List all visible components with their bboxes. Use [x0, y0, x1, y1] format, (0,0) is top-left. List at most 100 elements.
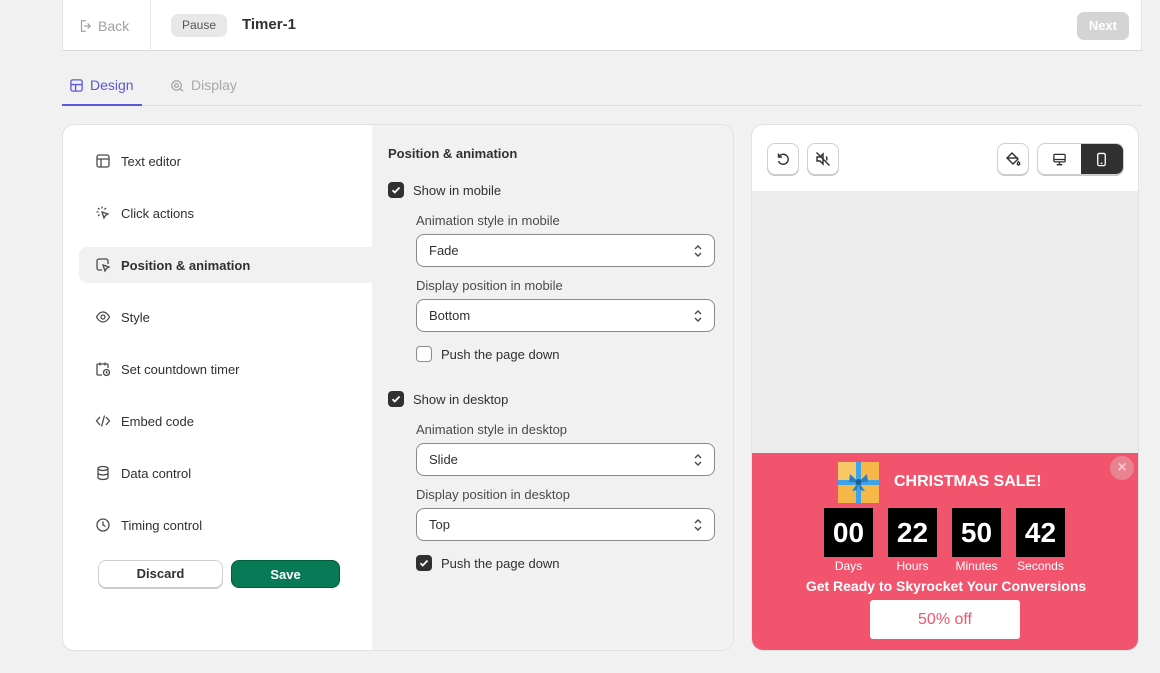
checkbox-checked[interactable]	[416, 555, 432, 571]
paint-bucket-icon	[1006, 152, 1021, 166]
select-arrows-icon	[694, 519, 702, 531]
mute-icon	[816, 152, 830, 166]
select-arrows-icon	[694, 245, 702, 257]
code-icon	[95, 415, 111, 427]
menu-item-embed-code[interactable]: Embed code	[79, 395, 373, 447]
desktop-view-button[interactable]	[1038, 144, 1081, 174]
hours-label: Hours	[896, 559, 929, 573]
menu-item-label: Text editor	[121, 153, 181, 169]
minutes-value: 50	[952, 508, 1001, 557]
database-icon	[97, 465, 109, 481]
menu-item-text-editor[interactable]: Text editor	[79, 135, 373, 187]
menu-item-style[interactable]: Style	[79, 291, 373, 343]
minutes-unit: 50 Minutes	[952, 508, 1001, 573]
checkbox-label: Show in desktop	[413, 391, 509, 407]
paint-bucket-button[interactable]	[997, 143, 1029, 175]
tab-bar: Design Display	[62, 68, 1142, 106]
cta-button[interactable]: 50% off	[870, 600, 1020, 639]
close-icon[interactable]: ×	[1110, 456, 1134, 480]
position-animation-panel: Position & animation Show in mobile Anim…	[372, 125, 733, 650]
select-arrows-icon	[694, 454, 702, 466]
minutes-label: Minutes	[955, 559, 998, 573]
tab-display-label: Display	[191, 77, 237, 93]
seconds-label: Seconds	[1017, 559, 1064, 573]
settings-card: Text editor Click actions Position & ani…	[62, 124, 734, 651]
desktop-position-select[interactable]: Top	[416, 508, 715, 541]
menu-item-label: Embed code	[121, 413, 194, 429]
menu-item-position-animation[interactable]: Position & animation	[79, 247, 389, 283]
tagline: Get Ready to Skyrocket Your Conversions	[805, 578, 1087, 594]
show-in-mobile-checkbox[interactable]: Show in mobile	[388, 182, 501, 198]
mute-button[interactable]	[807, 143, 839, 175]
layout-icon	[96, 154, 110, 168]
tab-design-label: Design	[90, 77, 134, 93]
mobile-position-select[interactable]: Bottom	[416, 299, 715, 332]
checkbox-checked[interactable]	[388, 391, 404, 407]
back-label: Back	[98, 18, 130, 34]
menu-item-label: Data control	[121, 465, 192, 481]
tab-design[interactable]: Design	[69, 77, 134, 93]
desktop-animation-select[interactable]: Slide	[416, 443, 715, 476]
days-unit: 00 Days	[824, 508, 873, 573]
display-icon	[171, 79, 184, 92]
desktop-animation-label: Animation style in desktop	[416, 422, 568, 437]
mobile-push-page-checkbox[interactable]: Push the page down	[416, 346, 560, 362]
panel-heading: Position & animation	[388, 146, 518, 161]
cursor-box-icon	[96, 258, 111, 273]
desktop-icon	[1052, 153, 1066, 165]
desktop-push-page-checkbox[interactable]: Push the page down	[416, 555, 560, 571]
hours-unit: 22 Hours	[888, 508, 937, 573]
menu-item-click-actions[interactable]: Click actions	[79, 187, 373, 239]
checkbox-checked[interactable]	[388, 182, 404, 198]
active-tab-indicator	[62, 104, 142, 106]
menu-item-data-control[interactable]: Data control	[79, 447, 373, 499]
tab-display[interactable]: Display	[170, 77, 237, 93]
preview-card: × CHRISTMAS SALE! 00 Days 22 Hours 50 Mi…	[751, 124, 1139, 651]
checkbox-unchecked[interactable]	[416, 346, 432, 362]
pause-badge[interactable]: Pause	[171, 14, 228, 37]
countdown-timer: 00 Days 22 Hours 50 Minutes 42 Seconds	[824, 508, 1065, 573]
check-icon	[391, 186, 401, 194]
menu-item-countdown[interactable]: Set countdown timer	[79, 343, 373, 395]
mobile-view-button[interactable]	[1080, 144, 1123, 174]
seconds-value: 42	[1016, 508, 1065, 557]
menu-item-label: Timing control	[121, 517, 203, 533]
page-title: Timer-1	[242, 16, 296, 33]
back-button[interactable]: Back	[78, 16, 129, 36]
countdown-bar: × CHRISTMAS SALE! 00 Days 22 Hours 50 Mi…	[752, 453, 1138, 650]
mobile-animation-select[interactable]: Fade	[416, 234, 715, 267]
checkbox-label: Push the page down	[441, 346, 560, 362]
mobile-position-label: Display position in mobile	[416, 278, 563, 293]
menu-item-label: Set countdown timer	[121, 361, 240, 377]
checkbox-label: Show in mobile	[413, 182, 502, 198]
settings-menu: Text editor Click actions Position & ani…	[79, 135, 389, 551]
undo-icon	[777, 153, 789, 165]
clock-icon	[96, 518, 110, 532]
calendar-clock-icon	[96, 362, 111, 377]
exit-icon	[80, 20, 92, 32]
menu-item-timing-control[interactable]: Timing control	[79, 499, 373, 551]
menu-item-label: Click actions	[121, 205, 194, 221]
select-value: Slide	[429, 452, 458, 467]
preview-page-area	[752, 191, 1138, 453]
show-in-desktop-checkbox[interactable]: Show in desktop	[388, 391, 508, 407]
select-value: Bottom	[429, 308, 471, 323]
mobile-animation-label: Animation style in mobile	[416, 213, 560, 228]
next-button[interactable]: Next	[1076, 12, 1129, 40]
undo-button[interactable]	[767, 143, 799, 175]
select-value: Top	[429, 517, 450, 532]
action-buttons: Discard Save	[98, 560, 340, 588]
desktop-position-label: Display position in desktop	[416, 487, 570, 502]
divider	[150, 0, 151, 51]
sale-title: CHRISTMAS SALE!	[894, 473, 1042, 490]
mobile-icon	[1097, 152, 1107, 166]
seconds-unit: 42 Seconds	[1016, 508, 1065, 573]
menu-item-label: Position & animation	[121, 257, 251, 273]
check-icon	[391, 395, 401, 403]
select-arrows-icon	[694, 310, 702, 322]
checkbox-label: Push the page down	[441, 555, 560, 571]
top-bar: Back Pause Timer-1 Next	[62, 0, 1142, 51]
discard-button[interactable]: Discard	[98, 560, 223, 588]
save-button[interactable]: Save	[231, 560, 340, 588]
device-toggle	[1037, 143, 1124, 175]
